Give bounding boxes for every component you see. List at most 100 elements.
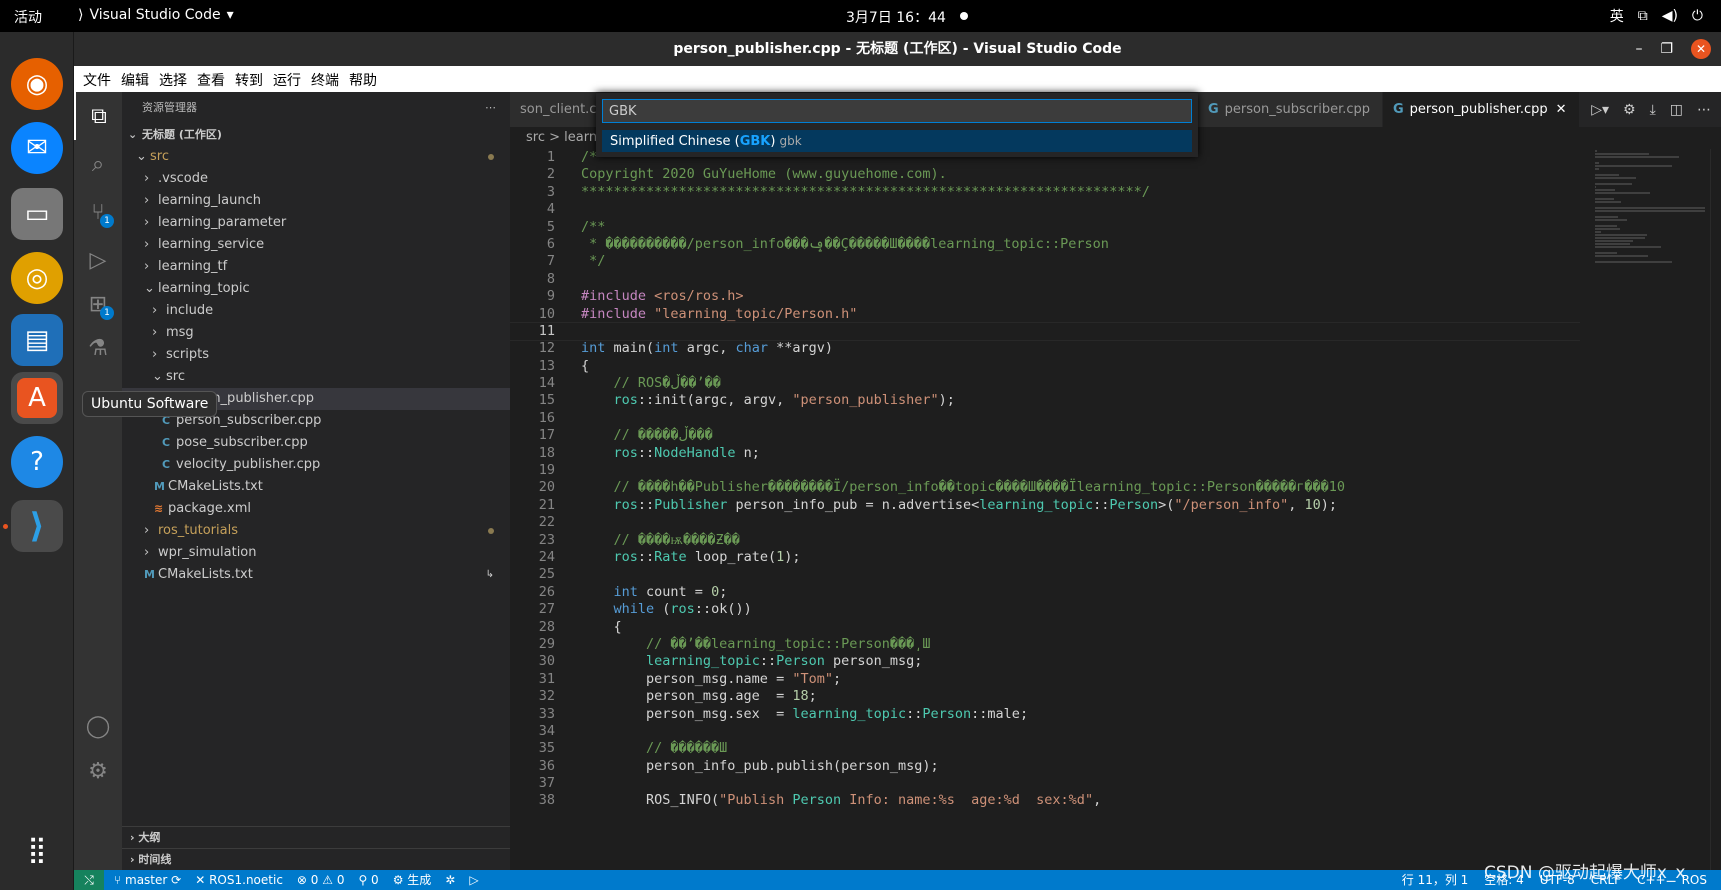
- code-line[interactable]: 15 ros::init(argc, argv, "person_publish…: [510, 392, 1580, 409]
- tab-client[interactable]: son_client.cpp: [510, 92, 613, 127]
- code-line[interactable]: 24 ros::Rate loop_rate(1);: [510, 549, 1580, 566]
- code-line[interactable]: 37: [510, 775, 1580, 792]
- tree-folder[interactable]: › scripts: [122, 344, 510, 366]
- run-debug-icon[interactable]: ▷: [74, 236, 122, 284]
- tree-folder-src[interactable]: ⌄ src: [122, 146, 510, 168]
- tree-folder[interactable]: ⌄ learning_topic: [122, 278, 510, 300]
- system-tray[interactable]: 英 ⧉ ◀) ⏻: [1610, 6, 1703, 26]
- rhythmbox-icon[interactable]: ◎: [11, 252, 63, 304]
- ubuntu-software-icon[interactable]: A: [11, 372, 63, 424]
- code-line[interactable]: 12 int main(int argc, char **argv): [510, 340, 1580, 357]
- code-line[interactable]: 26 int count = 0;: [510, 584, 1580, 601]
- tab-person-subscriber[interactable]: Gperson_subscriber.cpp: [1198, 92, 1382, 127]
- tree-folder[interactable]: › msg: [122, 322, 510, 344]
- run-icon[interactable]: ▷▾: [1591, 102, 1609, 118]
- ports-status[interactable]: ⚲ 0: [358, 870, 378, 890]
- code-line[interactable]: 18 ros::NodeHandle n;: [510, 445, 1580, 462]
- clock[interactable]: 3月7日 16：44: [846, 7, 946, 27]
- code-line[interactable]: 19: [510, 462, 1580, 479]
- tree-folder[interactable]: › .vscode: [122, 168, 510, 190]
- code-line[interactable]: 9 #include <ros/ros.h>: [510, 288, 1580, 305]
- code-line[interactable]: 6 * ����������/person_info���ݡ��Ҫ�����Ш�…: [510, 236, 1580, 253]
- code-line[interactable]: 16: [510, 410, 1580, 427]
- code-line[interactable]: 36 person_info_pub.publish(person_msg);: [510, 758, 1580, 775]
- build-button[interactable]: ⚙ 生成: [393, 870, 432, 890]
- tree-folder[interactable]: › wpr_simulation: [122, 542, 510, 564]
- code-editor[interactable]: 1 /* 2 Copyright 2020 GuYueHome (www.guyueh…: [510, 149, 1580, 870]
- menu-run[interactable]: 运行: [268, 66, 306, 92]
- minimap[interactable]: [1590, 149, 1715, 870]
- code-line[interactable]: 7 */: [510, 253, 1580, 270]
- run-icon[interactable]: ▷: [469, 870, 478, 890]
- tree-folder[interactable]: › learning_parameter: [122, 212, 510, 234]
- split-editor-icon[interactable]: ◫: [1670, 102, 1683, 118]
- vscode-dock-icon[interactable]: ⟩: [11, 500, 63, 552]
- ros-status[interactable]: ✕ ROS1.noetic: [195, 870, 283, 890]
- tree-folder[interactable]: › learning_launch: [122, 190, 510, 212]
- menu-help[interactable]: 帮助: [344, 66, 382, 92]
- thunderbird-icon[interactable]: ✉: [11, 122, 63, 174]
- minimize-icon[interactable]: –: [1635, 32, 1642, 66]
- menu-file[interactable]: 文件: [78, 66, 116, 92]
- branch-status[interactable]: ⑂ master ⟳: [114, 870, 181, 890]
- power-icon[interactable]: ⏻: [1692, 8, 1703, 24]
- accounts-icon[interactable]: ◯: [74, 702, 122, 750]
- firefox-icon[interactable]: ◉: [11, 58, 63, 110]
- workspace-root[interactable]: ⌄ 无标题 (工作区): [122, 124, 510, 146]
- menu-edit[interactable]: 编辑: [116, 66, 154, 92]
- close-tab-icon[interactable]: ✕: [1556, 102, 1567, 117]
- code-line[interactable]: 27 while (ros::ok()): [510, 601, 1580, 618]
- code-line[interactable]: 32 person_msg.age = 18;: [510, 688, 1580, 705]
- code-line[interactable]: 25: [510, 566, 1580, 583]
- outline-section[interactable]: › 大纲: [122, 826, 510, 848]
- tree-folder[interactable]: › ros_tutorials: [122, 520, 510, 542]
- code-line[interactable]: 8: [510, 271, 1580, 288]
- palette-input[interactable]: [602, 99, 1192, 123]
- tree-folder[interactable]: ⌄ src: [122, 366, 510, 388]
- editor-scrollbar[interactable]: [1710, 149, 1721, 870]
- show-apps-icon[interactable]: ⣿: [11, 824, 63, 876]
- timeline-section[interactable]: › 时间线: [122, 848, 510, 870]
- tree-file[interactable]: Cvelocity_publisher.cpp: [122, 454, 510, 476]
- files-icon[interactable]: ▭: [11, 188, 63, 240]
- more-actions-icon[interactable]: ⋯: [485, 92, 496, 124]
- code-line[interactable]: 20 // ����һ��Publisher��������Ϊ/person_i…: [510, 479, 1580, 496]
- download-icon[interactable]: ⤓: [1650, 102, 1656, 118]
- manage-gear-icon[interactable]: ⚙: [74, 747, 122, 795]
- code-line[interactable]: 14 // ROS�ڵ��ʼ��: [510, 375, 1580, 392]
- tree-folder[interactable]: › learning_service: [122, 234, 510, 256]
- code-line[interactable]: 13 {: [510, 358, 1580, 375]
- menu-go[interactable]: 转到: [230, 66, 268, 92]
- code-line[interactable]: 33 person_msg.sex = learning_topic::Pers…: [510, 706, 1580, 723]
- settings-gear-icon[interactable]: ⚙: [1623, 102, 1636, 118]
- close-icon[interactable]: ✕: [1691, 39, 1711, 59]
- code-line[interactable]: 4: [510, 201, 1580, 218]
- code-line[interactable]: 23 // ����ѭ����Ƶ��: [510, 532, 1580, 549]
- code-line[interactable]: 28 {: [510, 619, 1580, 636]
- extensions-icon[interactable]: ⊞ 1: [74, 280, 122, 328]
- tree-file[interactable]: ≋ package.xml: [122, 498, 510, 520]
- help-icon[interactable]: ?: [11, 436, 63, 488]
- cursor-position[interactable]: 行 11，列 1: [1402, 870, 1469, 890]
- code-line[interactable]: 3 ***************************************…: [510, 184, 1580, 201]
- tree-file[interactable]: Cpose_subscriber.cpp: [122, 432, 510, 454]
- tree-file[interactable]: M CMakeLists.txt: [122, 476, 510, 498]
- volume-icon[interactable]: ◀): [1662, 8, 1678, 24]
- tree-folder[interactable]: › include: [122, 300, 510, 322]
- more-actions-icon[interactable]: ⋯: [1697, 102, 1711, 118]
- menu-terminal[interactable]: 终端: [306, 66, 344, 92]
- code-line[interactable]: 35 // ������Ш: [510, 740, 1580, 757]
- code-line[interactable]: 2 Copyright 2020 GuYueHome (www.guyuehome…: [510, 166, 1580, 183]
- explorer-icon[interactable]: ⧉: [74, 92, 122, 140]
- code-line[interactable]: 29 // ��ʼ��learning_topic::Person���͵Ш: [510, 636, 1580, 653]
- tab-person-publisher[interactable]: Gperson_publisher.cpp ✕: [1383, 92, 1579, 127]
- code-line[interactable]: 38 ROS_INFO("Publish Person Info: name:%…: [510, 792, 1580, 809]
- code-line[interactable]: 34: [510, 723, 1580, 740]
- menu-view[interactable]: 查看: [192, 66, 230, 92]
- code-line[interactable]: 17 // �����ڵ���: [510, 427, 1580, 444]
- code-line[interactable]: 30 learning_topic::Person person_msg;: [510, 653, 1580, 670]
- network-icon[interactable]: ⧉: [1638, 8, 1648, 24]
- tree-folder[interactable]: › learning_tf: [122, 256, 510, 278]
- code-line[interactable]: 10 #include "learning_topic/Person.h": [510, 306, 1580, 323]
- code-line[interactable]: 21 ros::Publisher person_info_pub = n.ad…: [510, 497, 1580, 514]
